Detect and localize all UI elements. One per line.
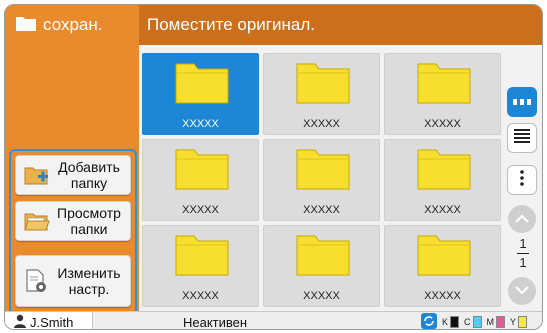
ink-y-swatch	[518, 316, 528, 328]
folder-tile[interactable]: XXXXX	[384, 139, 501, 221]
change-settings-label-2: настр.	[68, 281, 110, 297]
ink-c-label: C	[464, 317, 471, 327]
current-page: 1	[519, 236, 527, 251]
document-settings-icon	[22, 268, 52, 294]
folder-icon	[175, 146, 229, 195]
chevron-up-icon	[515, 210, 529, 228]
ink-c-swatch	[472, 316, 482, 328]
add-folder-button[interactable]: Добавить папку	[15, 155, 131, 195]
sidebar: сохран. Добавить папку Просмотр папки Из…	[5, 5, 139, 315]
folder-tile[interactable]: XXXXX	[263, 139, 380, 221]
folder-tile[interactable]: XXXXX	[384, 53, 501, 135]
status-bar: J.Smith Неактивен K C M Y	[5, 311, 542, 330]
folder-icon	[417, 146, 471, 195]
open-folder-icon	[22, 210, 52, 232]
screen-frame: сохран. Добавить папку Просмотр папки Из…	[0, 0, 547, 333]
ink-y: Y	[510, 316, 528, 328]
change-settings-button[interactable]: Изменить настр.	[15, 255, 131, 307]
folder-icon	[417, 232, 471, 281]
view-folder-label-2: папки	[70, 221, 108, 237]
ink-k-swatch	[450, 316, 460, 328]
folder-tile[interactable]: XXXXX	[142, 225, 259, 307]
ink-y-label: Y	[510, 317, 517, 327]
total-pages: 1	[519, 255, 527, 270]
grid-view-icon	[513, 93, 531, 111]
view-folder-button[interactable]: Просмотр папки	[15, 201, 131, 241]
folder-label: XXXXX	[182, 118, 219, 130]
header-bar: Поместите оригинал.	[139, 5, 542, 45]
user-name: J.Smith	[30, 314, 74, 330]
header-message: Поместите оригинал.	[147, 15, 315, 34]
folder-tile[interactable]: XXXXX	[142, 139, 259, 221]
folder-label: XXXXX	[424, 290, 461, 302]
list-view-button[interactable]	[507, 123, 537, 153]
folder-tile[interactable]: XXXXX	[142, 53, 259, 135]
ink-m-swatch	[496, 316, 506, 328]
view-folder-label-1: Просмотр	[57, 205, 121, 221]
add-folder-icon	[22, 164, 52, 186]
folder-label: XXXXX	[303, 118, 340, 130]
folder-tile[interactable]: XXXXX	[263, 225, 380, 307]
user-login-button[interactable]: J.Smith	[5, 312, 93, 330]
ink-c: C	[464, 316, 482, 328]
folder-icon	[296, 146, 350, 195]
ink-levels: K C M Y	[421, 313, 528, 329]
folder-label: XXXXX	[303, 204, 340, 216]
sync-icon	[421, 313, 437, 329]
list-view-icon	[514, 128, 530, 148]
folder-label: XXXXX	[424, 118, 461, 130]
control-panel: сохран. Добавить папку Просмотр папки Из…	[4, 4, 543, 330]
folder-icon	[417, 60, 471, 109]
folder-label: XXXXX	[424, 204, 461, 216]
ink-k-label: K	[442, 317, 449, 327]
user-icon	[13, 314, 27, 330]
add-folder-label-2: папку	[70, 175, 108, 191]
folder-label: XXXXX	[182, 290, 219, 302]
more-vertical-icon	[520, 169, 524, 191]
ink-m: M	[487, 316, 506, 328]
folder-icon	[15, 14, 37, 37]
folder-icon	[296, 232, 350, 281]
ink-m-label: M	[486, 317, 495, 327]
ink-k: K	[442, 316, 460, 328]
folder-label: XXXXX	[182, 204, 219, 216]
printer-state: Неактивен	[183, 315, 248, 330]
sidebar-title: сохран.	[5, 5, 139, 45]
grid-view-button[interactable]	[507, 87, 537, 117]
folder-tile[interactable]: XXXXX	[263, 53, 380, 135]
page-divider	[517, 253, 529, 254]
folder-label: XXXXX	[303, 290, 340, 302]
more-menu-button[interactable]	[507, 165, 537, 195]
page-down-button[interactable]	[508, 277, 536, 305]
folder-icon	[175, 232, 229, 281]
folder-icon	[296, 60, 350, 109]
add-folder-label-1: Добавить	[58, 159, 120, 175]
folder-icon	[175, 60, 229, 109]
change-settings-label-1: Изменить	[57, 265, 121, 281]
sidebar-button-group: Добавить папку Просмотр папки Изменить н…	[9, 149, 137, 315]
chevron-down-icon	[515, 282, 529, 300]
folder-tile[interactable]: XXXXX	[384, 225, 501, 307]
page-up-button[interactable]	[508, 205, 536, 233]
sidebar-title-text: сохран.	[43, 15, 103, 34]
page-indicator: 1 1	[513, 237, 533, 270]
